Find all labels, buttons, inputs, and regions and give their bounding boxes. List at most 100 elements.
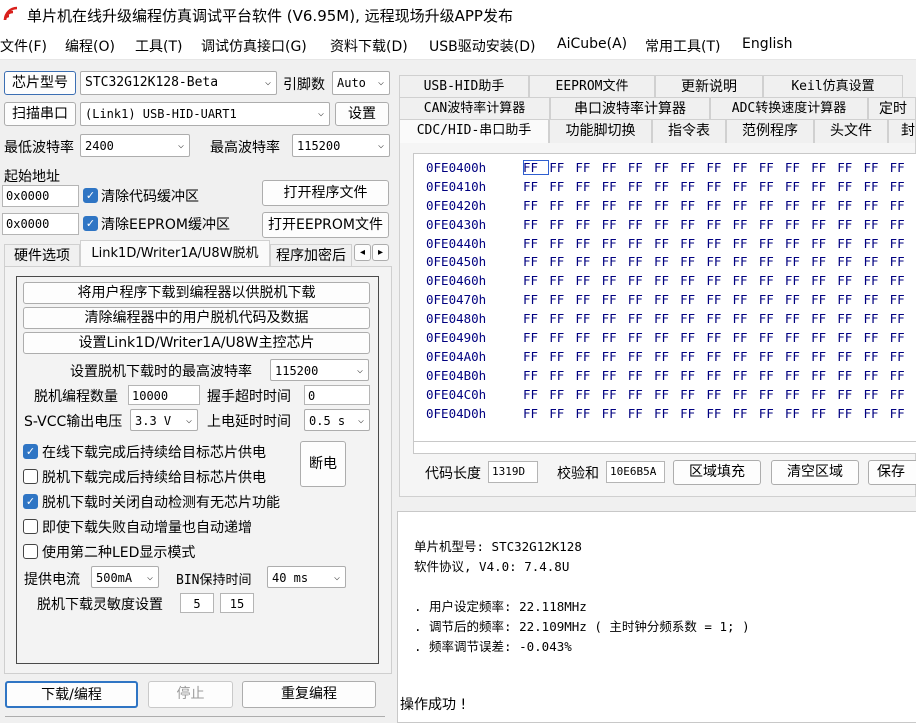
- hex-byte[interactable]: FF: [706, 254, 732, 269]
- hex-byte[interactable]: FF: [680, 179, 706, 194]
- hex-byte[interactable]: FF: [811, 160, 837, 175]
- hex-byte[interactable]: FF: [628, 292, 654, 307]
- hex-byte[interactable]: FF: [837, 160, 863, 175]
- hex-byte[interactable]: FF: [602, 217, 628, 232]
- hex-byte[interactable]: FF: [733, 198, 759, 213]
- hex-byte[interactable]: FF: [733, 406, 759, 421]
- hex-byte[interactable]: FF: [837, 179, 863, 194]
- hex-byte[interactable]: FF: [654, 349, 680, 364]
- supply-current-select[interactable]: 500mA ⌵: [91, 566, 159, 588]
- hex-byte[interactable]: FF: [890, 217, 916, 232]
- hex-byte[interactable]: FF: [863, 273, 889, 288]
- hex-byte[interactable]: FF: [733, 217, 759, 232]
- hex-byte[interactable]: FF: [863, 179, 889, 194]
- hex-byte[interactable]: FF: [575, 349, 601, 364]
- hex-byte[interactable]: FF: [863, 198, 889, 213]
- menu-common-tools[interactable]: 常用工具(T): [645, 36, 720, 56]
- port-settings-button[interactable]: 设置: [335, 102, 389, 126]
- disable-chip-detect-checkbox[interactable]: ✓: [23, 494, 38, 509]
- menu-downloads[interactable]: 资料下载(D): [330, 36, 408, 56]
- auto-increment-on-fail-checkbox[interactable]: [23, 519, 38, 534]
- keep-power-offline-checkbox[interactable]: [23, 469, 38, 484]
- open-eeprom-file-button[interactable]: 打开EEPROM文件: [262, 212, 389, 238]
- hex-byte[interactable]: FF: [602, 236, 628, 251]
- hex-byte[interactable]: FF: [837, 254, 863, 269]
- hex-byte[interactable]: FF: [890, 273, 916, 288]
- hex-byte[interactable]: FF: [759, 198, 785, 213]
- hex-byte[interactable]: FF: [575, 236, 601, 251]
- hex-byte[interactable]: FF: [863, 254, 889, 269]
- hex-byte[interactable]: FF: [549, 217, 575, 232]
- hex-byte[interactable]: FF: [733, 330, 759, 345]
- hex-byte[interactable]: FF: [628, 368, 654, 383]
- hex-byte[interactable]: FF: [759, 217, 785, 232]
- tab-pin-switch[interactable]: 功能脚切换: [549, 119, 652, 143]
- hex-byte[interactable]: FF: [602, 387, 628, 402]
- hex-byte[interactable]: FF: [837, 387, 863, 402]
- hex-byte[interactable]: FF: [549, 236, 575, 251]
- hex-byte[interactable]: FF: [733, 254, 759, 269]
- hex-byte[interactable]: FF: [733, 349, 759, 364]
- hex-byte[interactable]: FF: [785, 349, 811, 364]
- hex-byte[interactable]: FF: [628, 179, 654, 194]
- hex-byte[interactable]: FF: [863, 387, 889, 402]
- hex-byte[interactable]: FF: [654, 311, 680, 326]
- hex-byte[interactable]: FF: [837, 198, 863, 213]
- hex-byte[interactable]: FF: [706, 368, 732, 383]
- hex-byte[interactable]: FF: [863, 368, 889, 383]
- hex-byte[interactable]: FF: [785, 406, 811, 421]
- clear-code-checkbox[interactable]: ✓: [83, 188, 98, 203]
- menu-program[interactable]: 编程(O): [65, 36, 115, 56]
- hex-byte[interactable]: FF: [811, 368, 837, 383]
- hex-byte[interactable]: FF: [602, 311, 628, 326]
- menu-usb-driver[interactable]: USB驱动安装(D): [429, 36, 535, 56]
- hex-byte[interactable]: FF: [785, 198, 811, 213]
- hex-byte[interactable]: FF: [680, 330, 706, 345]
- hex-byte[interactable]: FF: [602, 368, 628, 383]
- handshake-timeout-input[interactable]: 0: [304, 385, 370, 405]
- hex-byte[interactable]: FF: [654, 406, 680, 421]
- hex-byte[interactable]: FF: [811, 292, 837, 307]
- menu-tools[interactable]: 工具(T): [135, 36, 182, 56]
- tab-offline-writer[interactable]: Link1D/Writer1A/U8W脱机: [80, 240, 270, 267]
- hex-byte[interactable]: FF: [759, 236, 785, 251]
- hex-byte[interactable]: FF: [785, 179, 811, 194]
- hex-byte[interactable]: FF: [785, 292, 811, 307]
- hex-byte[interactable]: FF: [890, 330, 916, 345]
- hex-byte[interactable]: FF: [759, 254, 785, 269]
- hex-byte[interactable]: FF: [733, 160, 759, 175]
- hex-byte[interactable]: FF: [680, 217, 706, 232]
- tab-package[interactable]: 封: [888, 119, 916, 143]
- hex-byte[interactable]: FF: [733, 179, 759, 194]
- hex-byte[interactable]: FF: [575, 160, 601, 175]
- hex-byte[interactable]: FF: [706, 311, 732, 326]
- hex-byte[interactable]: FF: [654, 330, 680, 345]
- hex-byte[interactable]: FF: [654, 254, 680, 269]
- tab-examples[interactable]: 范例程序: [726, 119, 814, 143]
- menu-aicube[interactable]: AiCube(A): [557, 36, 627, 52]
- hex-byte[interactable]: FF: [523, 330, 549, 345]
- hex-byte[interactable]: FF: [549, 198, 575, 213]
- svcc-voltage-select[interactable]: 3.3 V ⌵: [130, 409, 198, 431]
- hex-byte[interactable]: FF: [811, 273, 837, 288]
- hex-byte[interactable]: FF: [654, 368, 680, 383]
- hex-byte[interactable]: FF: [837, 236, 863, 251]
- hex-byte[interactable]: FF: [706, 160, 732, 175]
- hex-byte[interactable]: FF: [863, 330, 889, 345]
- hex-byte[interactable]: FF: [680, 292, 706, 307]
- hex-byte[interactable]: FF: [628, 311, 654, 326]
- hex-byte[interactable]: FF: [706, 292, 732, 307]
- hex-byte[interactable]: FF: [863, 160, 889, 175]
- hex-byte[interactable]: FF: [837, 273, 863, 288]
- hex-byte[interactable]: FF: [680, 236, 706, 251]
- hex-byte[interactable]: FF: [811, 387, 837, 402]
- hex-byte[interactable]: FF: [759, 160, 785, 175]
- region-fill-button[interactable]: 区域填充: [673, 460, 761, 485]
- hex-byte[interactable]: FF: [863, 349, 889, 364]
- hex-byte[interactable]: FF: [811, 349, 837, 364]
- hex-byte[interactable]: FF: [706, 198, 732, 213]
- tab-usb-hid[interactable]: USB-HID助手: [399, 75, 529, 97]
- clear-eeprom-checkbox[interactable]: ✓: [83, 216, 98, 231]
- hex-byte[interactable]: FF: [785, 254, 811, 269]
- hex-byte[interactable]: FF: [628, 217, 654, 232]
